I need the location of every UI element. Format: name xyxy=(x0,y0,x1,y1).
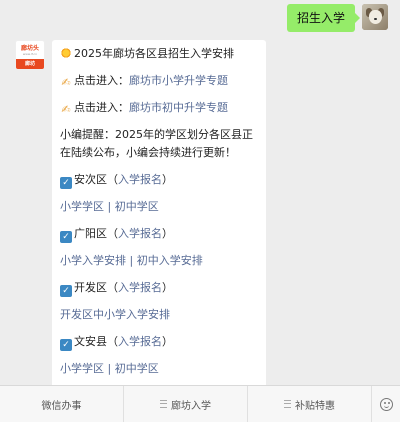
primary-district-link[interactable]: 小学学区 xyxy=(60,362,104,375)
paren-close: ） xyxy=(162,335,173,348)
menu-lines-icon xyxy=(284,400,291,408)
emoji-face-icon xyxy=(379,397,393,411)
writing-hand-icon: ✍ xyxy=(61,76,71,89)
district-links: 小学入学安排 | 初中入学安排 xyxy=(60,252,258,270)
bot-message-bubble: 2025年廊坊各区县招生入学安排 ✍ 点击进入：廊坊市小学升学专题 ✍ 点击进入：廊… xyxy=(52,40,266,400)
check-box-icon: ✓ xyxy=(60,231,72,243)
enroll-link[interactable]: 入学报名 xyxy=(118,227,162,240)
menu-lines-icon xyxy=(160,400,167,408)
bot-avatar[interactable]: 廊坊头 www.lf.cn 廊坊 xyxy=(15,40,45,70)
district-links: 小学学区 | 初中学区 xyxy=(60,198,258,216)
primary-link-prefix: 点击进入： xyxy=(74,74,129,87)
district-heading: ✓ 安次区（入学报名） xyxy=(60,171,258,189)
paren-close: ） xyxy=(162,173,173,186)
bot-logo-text: 廊坊头 xyxy=(20,44,39,52)
menu-langfang-enroll[interactable]: 廊坊入学 xyxy=(123,386,247,422)
writing-hand-icon: ✍ xyxy=(61,103,71,116)
menu-subsidy-deals[interactable]: 补贴特惠 xyxy=(247,386,371,422)
district-name: 安次区 xyxy=(74,173,107,186)
menu-label: 廊坊入学 xyxy=(171,400,211,412)
bottom-menu-bar: 微信办事 廊坊入学 补贴特惠 xyxy=(0,385,400,422)
district-heading: ✓ 广阳区（入学报名） xyxy=(60,225,258,243)
check-box-icon: ✓ xyxy=(60,285,72,297)
paren-open: （ xyxy=(107,335,118,348)
enroll-link[interactable]: 入学报名 xyxy=(118,173,162,186)
bot-logo-bottom: 廊坊 xyxy=(16,59,44,69)
district-name: 文安县 xyxy=(74,335,107,348)
paren-open: （ xyxy=(107,281,118,294)
bot-logo-sub: www.lf.cn xyxy=(22,51,38,56)
primary-school-topic-link[interactable]: 廊坊市小学升学专题 xyxy=(129,74,228,87)
paren-open: （ xyxy=(107,227,118,240)
paren-close: ） xyxy=(162,227,173,240)
notice-text: 小编提醒：2025年的学区划分各区县正在陆续公布，小编会持续进行更新！ xyxy=(60,128,253,159)
link-separator: | xyxy=(126,254,137,267)
paren-close: ） xyxy=(162,281,173,294)
enroll-link[interactable]: 入学报名 xyxy=(118,281,162,294)
menu-label: 补贴特惠 xyxy=(295,400,335,412)
paren-open: （ xyxy=(107,173,118,186)
middle-district-link[interactable]: 初中学区 xyxy=(115,200,159,213)
district-name: 开发区 xyxy=(74,281,107,294)
middle-link-line: ✍ 点击进入：廊坊市初中升学专题 xyxy=(60,99,258,117)
dev-zone-enroll-link[interactable]: 开发区中小学入学安排 xyxy=(60,308,170,321)
user-message-row: 招生入学 xyxy=(286,4,388,32)
user-avatar[interactable] xyxy=(362,4,388,30)
menu-label: 微信办事 xyxy=(41,400,82,412)
user-message-bubble[interactable]: 招生入学 xyxy=(286,4,361,32)
primary-enroll-plan-link[interactable]: 小学入学安排 xyxy=(60,254,126,267)
message-title: 2025年廊坊各区县招生入学安排 xyxy=(74,47,234,60)
enroll-link[interactable]: 入学报名 xyxy=(118,335,162,348)
menu-wechat-services[interactable]: 微信办事 xyxy=(0,386,123,422)
middle-school-topic-link[interactable]: 廊坊市初中升学专题 xyxy=(129,101,228,114)
check-box-icon: ✓ xyxy=(60,339,72,351)
district-name: 广阳区 xyxy=(74,227,107,240)
middle-district-link[interactable]: 初中学区 xyxy=(115,362,159,375)
middle-link-prefix: 点击进入： xyxy=(74,101,129,114)
district-links: 开发区中小学入学安排 xyxy=(60,306,258,324)
primary-link-line: ✍ 点击进入：廊坊市小学升学专题 xyxy=(60,72,258,90)
district-links: 小学学区 | 初中学区 xyxy=(60,360,258,378)
emoji-keyboard-button[interactable] xyxy=(371,386,400,422)
sun-emoji-icon xyxy=(60,47,72,59)
message-title-line: 2025年廊坊各区县招生入学安排 xyxy=(60,45,258,63)
primary-district-link[interactable]: 小学学区 xyxy=(60,200,104,213)
district-heading: ✓ 文安县（入学报名） xyxy=(60,333,258,351)
district-heading: ✓ 开发区（入学报名） xyxy=(60,279,258,297)
link-separator: | xyxy=(104,200,115,213)
middle-enroll-plan-link[interactable]: 初中入学安排 xyxy=(137,254,203,267)
link-separator: | xyxy=(104,362,115,375)
check-box-icon: ✓ xyxy=(60,177,72,189)
